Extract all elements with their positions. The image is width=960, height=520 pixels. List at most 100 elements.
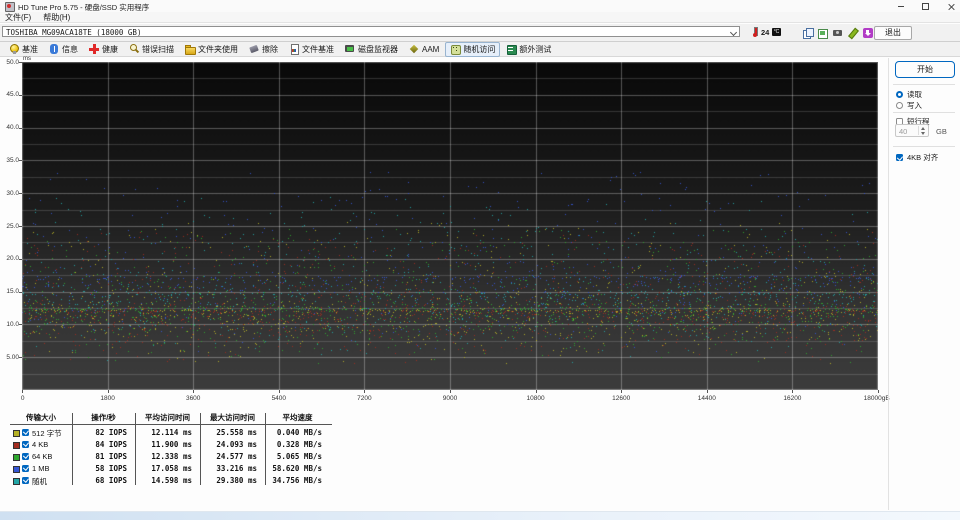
toolbar-button-erase[interactable]: 擦除 <box>244 42 283 57</box>
y-axis-tick-label: 5.00 <box>6 353 19 361</box>
read-option[interactable]: 读取 <box>896 89 922 100</box>
capacity-input[interactable]: 40 <box>895 124 929 137</box>
toolbar-button-info[interactable]: 信息 <box>44 42 83 57</box>
toolbar-button-scan[interactable]: 错误扫描 <box>124 42 179 57</box>
toolbar-button-label: 磁盘监视器 <box>358 44 398 54</box>
toolbar-button-health[interactable]: 健康 <box>84 42 123 57</box>
x-axis-tick-label: 1800 <box>100 395 115 402</box>
benchmark-icon <box>9 44 19 54</box>
filebench-icon <box>289 44 299 55</box>
toolbar-button-random[interactable]: 随机访问 <box>445 41 501 57</box>
minimize-icon <box>898 5 904 7</box>
drive-select-value: TOSHIBA MG09ACA18TE (18000 GB) <box>6 28 142 37</box>
results-table: 传输大小 操作/秒 平均访问时间 最大访问时间 平均速度 512 字节 82 IOPS 12.… <box>10 411 332 491</box>
y-axis-tick-label: 50.0 <box>6 58 19 66</box>
series-color-chip <box>13 441 20 449</box>
y-axis-tick-label: 20.0 <box>6 255 19 263</box>
x-axis-tick <box>450 390 451 393</box>
y-axis-tick-label: 10.0 <box>6 320 19 328</box>
menu-help[interactable]: 帮助(H) <box>43 12 70 23</box>
exit-button[interactable]: 退出 <box>874 26 912 40</box>
align-option[interactable]: 4KB 对齐 <box>896 152 938 163</box>
table-header: 操作/秒 <box>91 413 116 422</box>
extra-icon <box>506 44 517 55</box>
series-checkbox[interactable] <box>22 440 29 448</box>
temperature-value: 24 <box>761 28 770 37</box>
toolbar-button-label: 错误扫描 <box>142 44 174 54</box>
series-checkbox[interactable] <box>22 476 29 484</box>
toolbar-button-label: 文件基准 <box>302 44 334 54</box>
main-toolbar: 基准 信息 健康 错误扫描 文件夹使用 擦除 文件基准 磁盘监视器 AAM 随机访问 额外测试 <box>0 41 960 57</box>
panel-separator <box>888 58 889 510</box>
capacity-unit-label: GB <box>936 127 947 136</box>
thermometer-icon <box>752 27 758 37</box>
series-checkbox[interactable] <box>22 452 29 460</box>
health-icon <box>89 44 99 54</box>
camera-button[interactable] <box>831 26 846 40</box>
table-cell-speed: 58.620 MB/s <box>272 464 322 473</box>
capacity-stepper[interactable] <box>918 126 927 135</box>
x-axis-tick-label: 16200 <box>783 395 802 402</box>
table-cell-avg: 14.598 ms <box>151 476 192 485</box>
series-checkbox[interactable] <box>22 464 29 472</box>
toolbar-button-extra[interactable]: 额外测试 <box>501 42 556 57</box>
table-header: 平均速度 <box>282 413 313 422</box>
toolbar-button-benchmark[interactable]: 基准 <box>4 42 43 57</box>
x-axis-tick <box>364 390 366 393</box>
y-axis-tick-label: 45.0 <box>6 91 19 99</box>
temperature-unit-badge: °C <box>772 28 781 36</box>
table-cell-max: 25.558 ms <box>216 428 257 437</box>
x-axis-tick-label: 3600 <box>185 395 201 402</box>
align-checkbox[interactable] <box>896 154 903 161</box>
menu-file[interactable]: 文件(F) <box>5 12 31 23</box>
x-axis-tick <box>792 390 794 393</box>
table-cell-speed: 5.065 MB/s <box>276 452 322 461</box>
capacity-value: 40 <box>899 127 908 136</box>
table-cell-iops: 81 IOPS <box>95 452 127 461</box>
x-axis-tick <box>193 390 195 393</box>
options-panel: 开始 读取 写入 短行程 40 GB 4KB 对齐 <box>890 58 960 510</box>
hd-tune-window: HD Tune Pro 5.75 - 硬盘/SSD 实用程序 文件(F) 帮助(… <box>0 0 960 520</box>
start-button[interactable]: 开始 <box>895 61 955 78</box>
copy-button[interactable] <box>801 26 816 40</box>
x-axis-tick <box>22 390 23 393</box>
table-cell-speed: 0.040 MB/s <box>276 428 322 437</box>
copy-image-button[interactable] <box>816 26 831 40</box>
align-label: 4KB 对齐 <box>907 153 939 162</box>
minimize-button[interactable] <box>892 1 910 11</box>
toolbar-button-label: 基准 <box>22 44 38 54</box>
read-radio[interactable] <box>896 91 903 98</box>
toolbar-button-label: 健康 <box>102 44 118 54</box>
write-radio[interactable] <box>896 102 903 109</box>
series-checkbox[interactable] <box>22 428 29 436</box>
random-icon <box>450 44 461 55</box>
pen-button[interactable] <box>846 26 861 40</box>
app-icon <box>5 2 15 12</box>
table-header: 最大访问时间 <box>210 413 255 422</box>
maximize-button[interactable] <box>916 1 934 11</box>
toolbar-button-aam[interactable]: AAM <box>404 42 444 56</box>
camera-icon <box>833 28 843 38</box>
toolbar-button-filebench[interactable]: 文件基准 <box>284 42 339 57</box>
toolbar-button-label: 擦除 <box>262 44 278 54</box>
series-label: 随机 <box>32 477 47 486</box>
pen-icon <box>848 28 858 38</box>
random-access-scatter-canvas <box>22 62 878 390</box>
close-button[interactable] <box>942 1 960 11</box>
content-area: ms 50.0 45.0 40.0 35.0 30.0 25.0 20.0 15.0 10.0 5… <box>0 56 960 510</box>
x-axis-tick <box>107 390 109 393</box>
series-color-chip <box>13 453 20 461</box>
write-option[interactable]: 写入 <box>896 100 922 111</box>
toolbar-button-folder[interactable]: 文件夹使用 <box>180 42 243 57</box>
divider <box>893 112 955 113</box>
toolbar-button-monitor[interactable]: 磁盘监视器 <box>340 42 403 57</box>
maximize-icon <box>921 2 929 10</box>
read-label: 读取 <box>907 90 922 99</box>
menu-bar: 文件(F) 帮助(H) <box>0 12 960 23</box>
x-axis-tick-label: 10800 <box>526 395 545 402</box>
y-axis-tick-label: 35.0 <box>6 156 19 164</box>
drive-select[interactable]: TOSHIBA MG09ACA18TE (18000 GB) <box>2 26 740 37</box>
x-axis-tick-label: 12600 <box>612 395 631 402</box>
table-cell-speed: 34.756 MB/s <box>272 476 322 485</box>
series-label: 64 KB <box>32 452 53 461</box>
